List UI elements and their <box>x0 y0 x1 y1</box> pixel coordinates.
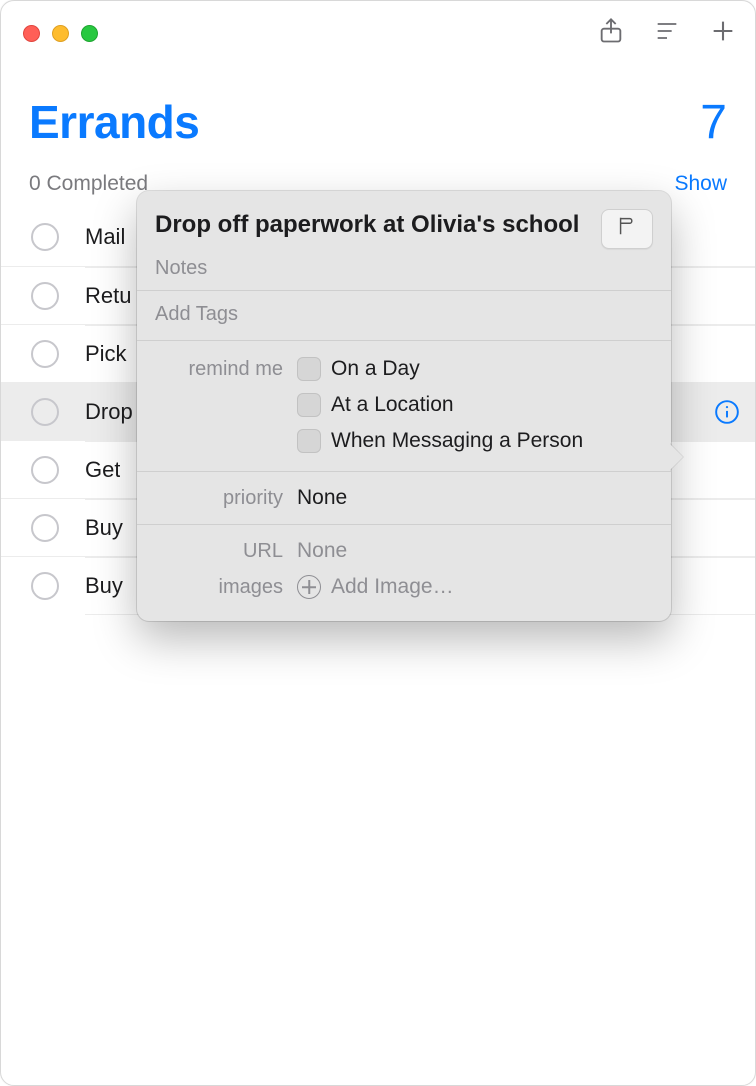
completion-toggle[interactable] <box>31 223 59 251</box>
close-window-button[interactable] <box>23 25 40 42</box>
on-a-day-label: On a Day <box>331 357 420 381</box>
completion-toggle[interactable] <box>31 456 59 484</box>
url-images-section: URL None images Add Image… <box>137 524 671 621</box>
images-label: images <box>155 576 283 599</box>
completion-toggle[interactable] <box>31 572 59 600</box>
details-button[interactable] <box>713 398 741 426</box>
remind-on-day-row: remind me On a Day <box>137 351 671 387</box>
remind-me-section: remind me On a Day At a Location When Me… <box>137 340 671 471</box>
at-a-location-label: At a Location <box>331 393 454 417</box>
priority-value[interactable]: None <box>297 486 653 510</box>
remind-me-label: remind me <box>155 358 283 381</box>
reminder-title-field[interactable]: Drop off paperwork at Olivia's school <box>155 209 589 240</box>
toolbar-right <box>597 17 737 50</box>
completion-toggle[interactable] <box>31 514 59 542</box>
reminder-title[interactable]: Drop <box>85 399 133 425</box>
on-a-day-checkbox[interactable] <box>297 357 321 381</box>
flag-icon <box>616 215 638 243</box>
reminder-title[interactable]: Pick <box>85 341 127 367</box>
reminder-title[interactable]: Get <box>85 457 120 483</box>
show-completed-button[interactable]: Show <box>674 172 727 196</box>
list-count: 7 <box>700 95 727 150</box>
popover-header: Drop off paperwork at Olivia's school <box>137 191 671 257</box>
view-options-icon[interactable] <box>653 17 681 50</box>
remind-when-messaging-row: When Messaging a Person <box>137 423 671 459</box>
details-popover: Drop off paperwork at Olivia's school No… <box>137 191 671 621</box>
add-image-button[interactable]: Add Image… <box>297 575 653 599</box>
url-label: URL <box>155 540 283 563</box>
completed-count-text: 0 Completed <box>29 172 148 196</box>
add-image-label: Add Image… <box>331 575 454 599</box>
window: Errands 7 0 Completed Show Mail Retu Pic… <box>0 0 756 1086</box>
titlebar <box>1 1 755 65</box>
completion-toggle[interactable] <box>31 398 59 426</box>
notes-field[interactable]: Notes <box>137 257 671 290</box>
reminder-title[interactable]: Buy <box>85 573 123 599</box>
reminder-title[interactable]: Mail <box>85 224 125 250</box>
completion-toggle[interactable] <box>31 340 59 368</box>
completion-toggle[interactable] <box>31 282 59 310</box>
add-reminder-icon[interactable] <box>709 17 737 50</box>
priority-label: priority <box>155 487 283 510</box>
url-field[interactable]: None <box>297 539 653 563</box>
traffic-lights <box>23 25 98 42</box>
list-title: Errands <box>29 95 199 149</box>
when-messaging-label: When Messaging a Person <box>331 429 583 453</box>
priority-section: priority None <box>137 471 671 524</box>
list-header: Errands 7 <box>1 65 755 172</box>
at-a-location-checkbox[interactable] <box>297 393 321 417</box>
remind-at-location-row: At a Location <box>137 387 671 423</box>
tags-field[interactable]: Add Tags <box>137 291 671 340</box>
reminder-title[interactable]: Retu <box>85 283 131 309</box>
share-icon[interactable] <box>597 17 625 50</box>
flag-button[interactable] <box>601 209 653 249</box>
plus-circle-icon <box>297 575 321 599</box>
zoom-window-button[interactable] <box>81 25 98 42</box>
minimize-window-button[interactable] <box>52 25 69 42</box>
reminder-title[interactable]: Buy <box>85 515 123 541</box>
when-messaging-checkbox[interactable] <box>297 429 321 453</box>
